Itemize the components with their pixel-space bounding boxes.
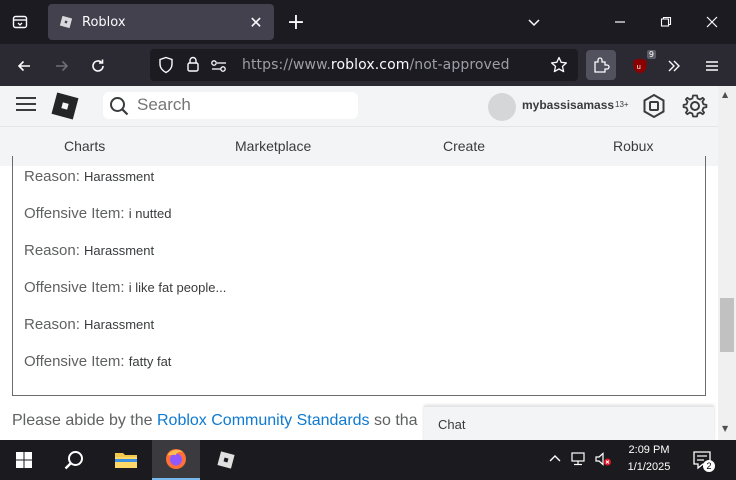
clock-date[interactable]: 1/1/2025 — [618, 461, 680, 473]
url-text: https://www.roblox.com/not-approved — [242, 57, 510, 73]
tray-chevron-up-icon[interactable] — [548, 452, 562, 469]
chat-label: Chat — [438, 417, 466, 432]
windows-taskbar: 2:09 PM 1/1/2025 2 — [0, 440, 736, 480]
extensions-puzzle-icon[interactable] — [586, 50, 616, 80]
app-menu-icon[interactable] — [698, 52, 726, 80]
tab-overflow-chevron-icon[interactable] — [520, 8, 548, 36]
scroll-down-icon[interactable]: ▼ — [722, 424, 728, 433]
new-tab-icon[interactable]: + — [284, 10, 308, 35]
moderation-content: Reason: Harassment Offensive Item: i nut… — [0, 156, 718, 440]
moderation-line: Offensive Item: fatty fat — [24, 353, 172, 370]
scrollbar-thumb[interactable] — [720, 298, 734, 352]
tab-close-icon[interactable]: ✕ — [244, 10, 268, 34]
search-input[interactable] — [137, 94, 347, 116]
close-window-icon[interactable] — [698, 8, 726, 36]
lock-icon[interactable] — [186, 56, 200, 76]
gear-icon[interactable] — [682, 93, 708, 119]
roblox-favicon-icon — [59, 15, 73, 29]
svg-text:u: u — [637, 63, 641, 71]
nav-charts[interactable]: Charts — [64, 138, 105, 154]
search-icon — [110, 97, 129, 116]
forward-arrow-icon[interactable] — [48, 52, 76, 80]
bookmark-star-icon[interactable] — [550, 56, 568, 78]
firefox-taskbar-icon[interactable] — [152, 440, 200, 480]
chat-bar[interactable]: Chat — [424, 406, 714, 440]
web-page: mybassisamass 13+ Charts Marketplace Cre… — [0, 86, 736, 440]
permissions-icon[interactable] — [210, 58, 228, 77]
moderation-line: Offensive Item: i nutted — [24, 205, 172, 222]
extension-badge: 9 — [646, 50, 656, 59]
search-box[interactable] — [103, 92, 358, 119]
list-all-tabs-icon[interactable] — [8, 10, 32, 34]
tab-title: Roblox — [82, 14, 126, 30]
hamburger-menu-icon[interactable] — [16, 97, 36, 113]
robux-icon[interactable] — [641, 93, 667, 119]
moderation-line: Reason: Harassment — [24, 168, 155, 185]
reload-icon[interactable] — [84, 52, 112, 80]
navigation-toolbar: https://www.roblox.com/not-approved u 9 — [0, 44, 736, 86]
moderation-box: Reason: Harassment Offensive Item: i nut… — [12, 156, 706, 396]
roblox-taskbar-icon[interactable] — [202, 440, 250, 480]
roblox-logo-icon[interactable] — [51, 92, 79, 120]
page-scrollbar[interactable]: ▲ ▼ — [718, 86, 736, 440]
roblox-header: mybassisamass 13+ — [0, 86, 718, 126]
file-explorer-icon[interactable] — [102, 440, 150, 480]
moderation-line: Reason: Harassment — [24, 242, 155, 259]
clock-time[interactable]: 2:09 PM — [618, 444, 680, 456]
url-bar[interactable]: https://www.roblox.com/not-approved — [150, 49, 578, 81]
username[interactable]: mybassisamass — [522, 98, 614, 112]
scroll-up-icon[interactable]: ▲ — [722, 90, 728, 99]
nav-create[interactable]: Create — [443, 138, 485, 154]
tab-roblox[interactable]: Roblox ✕ — [48, 4, 274, 40]
shield-icon[interactable] — [158, 56, 174, 78]
back-arrow-icon[interactable] — [10, 52, 38, 80]
moderation-line: Reason: Harassment — [24, 316, 155, 333]
age-badge: 13+ — [615, 100, 629, 109]
nav-marketplace[interactable]: Marketplace — [235, 138, 311, 154]
avatar[interactable] — [488, 93, 516, 121]
volume-muted-icon[interactable] — [594, 451, 612, 471]
ublock-extension-icon[interactable]: u 9 — [626, 50, 656, 80]
community-standards-link[interactable]: Roblox Community Standards — [157, 412, 370, 429]
notification-count-badge: 2 — [703, 460, 715, 472]
moderation-line: Offensive Item: i like fat people... — [24, 279, 227, 296]
more-tools-chevrons-icon[interactable] — [660, 52, 688, 80]
minimize-icon[interactable] — [606, 8, 634, 36]
network-icon[interactable] — [570, 451, 588, 471]
restore-icon[interactable] — [652, 8, 680, 36]
windows-start-icon[interactable] — [0, 440, 48, 480]
nav-robux[interactable]: Robux — [613, 138, 653, 154]
tab-strip: Roblox ✕ + — [0, 0, 736, 44]
taskbar-search-icon[interactable] — [50, 440, 98, 480]
abide-text: Please abide by the Roblox Community Sta… — [12, 412, 418, 429]
